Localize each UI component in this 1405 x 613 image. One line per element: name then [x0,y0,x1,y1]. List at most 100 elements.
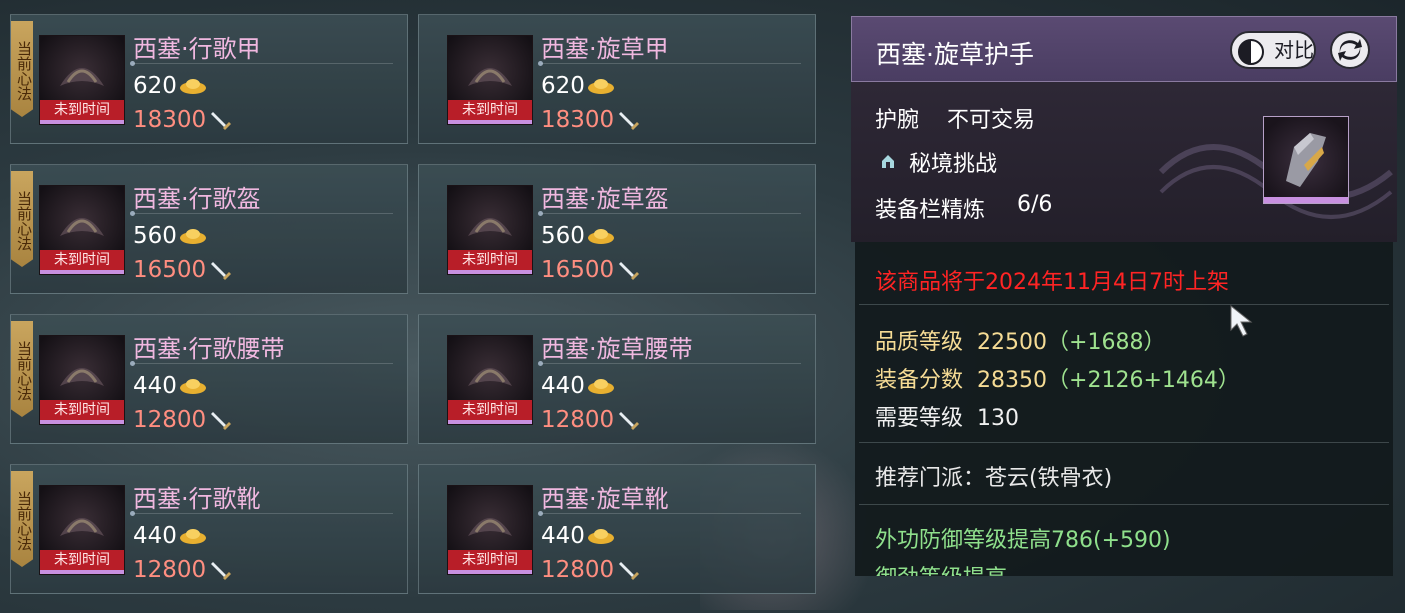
price-row: 440 [541,523,615,549]
time-status: 未到时间 [448,250,532,274]
source-label: 秘境挑战 [909,152,998,177]
cost-row: 12800 [133,557,232,583]
gold-ingot-icon [587,79,614,94]
time-status: 未到时间 [40,400,124,424]
quality-row: 品质等级 22500（+1688） [875,324,1165,356]
item-name: 西塞·行歌靴 [133,485,261,513]
item-name: 西塞·旋草腰带 [541,335,693,363]
current-school-badge: 当前心法 [11,171,33,267]
item-card[interactable]: 当前心法 未到时间 西塞·行歌靴 440 12800 [10,464,408,594]
item-thumbnail: 未到时间 [39,485,125,575]
item-name: 西塞·旋草靴 [541,485,669,513]
price-value: 620 [133,73,177,99]
mouse-cursor-icon [1230,304,1253,337]
gold-ingot-icon [587,229,614,244]
armor-icon [60,518,104,536]
cost-value: 16500 [541,257,615,283]
sword-icon [211,412,232,430]
bracer-icon [1286,133,1326,187]
armor-icon [468,518,512,536]
cost-value: 18300 [541,107,615,133]
cost-value: 18300 [133,107,207,133]
armor-icon [468,68,512,86]
item-card[interactable]: 当前心法 未到时间 西塞·行歌甲 620 18300 [10,14,408,144]
attribute-text: 外功防御等级提高786 [875,528,1093,553]
detail-header: 西塞·旋草护手 对比 [851,16,1397,82]
divider [541,213,801,214]
divider [133,513,393,514]
score-value: 28350 [977,368,1048,393]
quality-value: 22500 [977,330,1048,355]
cost-row: 12800 [541,407,640,433]
quality-label: 品质等级 [875,330,964,355]
attribute-row: 外功防御等级提高786(+590) [875,522,1171,554]
current-school-badge: 当前心法 [11,21,33,117]
item-icon [1263,116,1349,204]
listing-notice: 该商品将于2024年11月4日7时上架 [875,270,1229,295]
cost-row: 16500 [133,257,232,283]
gold-ingot-icon [179,79,206,94]
item-thumbnail: 未到时间 [39,185,125,275]
time-status: 未到时间 [448,550,532,574]
compare-button[interactable]: 对比 [1230,31,1316,69]
sword-icon [619,112,640,130]
item-card[interactable]: 当前心法 未到时间 西塞·行歌盔 560 16500 [10,164,408,294]
score-bonus: （+2126+1464） [1047,368,1240,393]
gold-ingot-icon [587,529,614,544]
price-row: 440 [133,373,207,399]
item-name: 西塞·旋草盔 [541,185,669,213]
cost-value: 16500 [133,257,207,283]
quality-bar [1264,197,1348,203]
item-card[interactable]: 未到时间 西塞·旋草腰带 440 12800 [418,314,816,444]
refine-value: 6/6 [1017,192,1053,217]
compare-label: 对比 [1274,38,1314,62]
cost-value: 12800 [541,557,615,583]
price-value: 560 [133,223,177,249]
price-row: 560 [133,223,207,249]
gold-ingot-icon [179,379,206,394]
cost-value: 12800 [133,407,207,433]
contrast-icon [1238,39,1264,65]
level-row: 需要等级 130 [875,400,1019,432]
item-thumbnail: 未到时间 [447,335,533,425]
divider [859,442,1389,443]
time-status: 未到时间 [40,550,124,574]
detail-summary: 护腕 不可交易 秘境挑战 装备栏精炼 6/6 [851,82,1397,242]
divider [541,513,801,514]
price-value: 560 [541,223,585,249]
time-status: 未到时间 [448,100,532,124]
sword-icon [619,412,640,430]
armor-icon [468,368,512,386]
detail-body: 该商品将于2024年11月4日7时上架 品质等级 22500（+1688） 装备… [855,242,1393,576]
armor-icon [468,218,512,236]
item-thumbnail: 未到时间 [447,485,533,575]
armor-icon [60,368,104,386]
sword-icon [619,562,640,580]
sword-icon [211,262,232,280]
price-row: 620 [541,73,615,99]
price-value: 620 [541,73,585,99]
item-card[interactable]: 未到时间 西塞·旋草盔 560 16500 [418,164,816,294]
refine-label: 装备栏精炼 [875,198,986,223]
share-button[interactable] [1330,31,1370,69]
divider [859,504,1389,505]
trade-status: 不可交易 [947,108,1036,133]
item-card[interactable]: 当前心法 未到时间 西塞·行歌腰带 440 12800 [10,314,408,444]
gold-ingot-icon [179,229,206,244]
sword-icon [211,112,232,130]
item-card[interactable]: 未到时间 西塞·旋草甲 620 18300 [418,14,816,144]
score-row: 装备分数 28350（+2126+1464） [875,362,1240,394]
item-detail-panel: 西塞·旋草护手 对比 护腕 不可交易 秘境挑战 装备栏精炼 6/6 该商品将于2… [851,16,1397,576]
recommend-school: 推荐门派：苍云(铁骨衣) [875,466,1113,491]
item-thumbnail: 未到时间 [447,185,533,275]
level-value: 130 [977,406,1020,431]
cost-row: 12800 [541,557,640,583]
item-thumbnail: 未到时间 [39,35,125,125]
price-row: 440 [133,523,207,549]
price-row: 620 [133,73,207,99]
price-row: 440 [541,373,615,399]
price-value: 440 [133,523,177,549]
cost-row: 18300 [541,107,640,133]
item-card[interactable]: 未到时间 西塞·旋草靴 440 12800 [418,464,816,594]
price-row: 560 [541,223,615,249]
